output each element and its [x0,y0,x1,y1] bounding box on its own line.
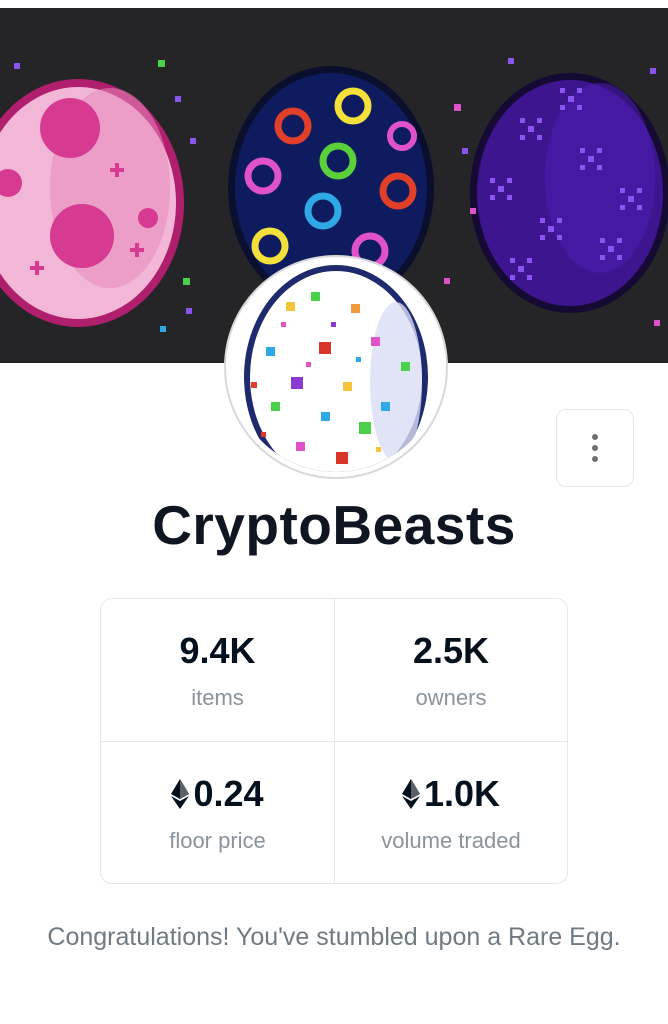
collection-avatar [231,262,441,472]
stat-label: floor price [169,827,266,853]
ethereum-icon [401,778,420,809]
stat-owners[interactable]: 2.5K owners [334,599,567,741]
stat-value: 2.5K [413,629,489,673]
stat-number: 1.0K [423,772,501,814]
collection-description: Congratulations! You've stumbled upon a … [47,923,621,951]
collection-title: CryptoBeasts [152,494,516,556]
stat-floor-price[interactable]: 0.24 floor price [101,741,334,883]
stat-value: 9.4K [179,629,255,673]
top-strip [0,0,668,8]
stat-label: items [191,685,244,710]
stat-label: owners [415,685,487,710]
stat-volume-traded[interactable]: 1.0K volume traded [334,741,567,883]
stat-value: 0.24 [171,772,264,816]
ethereum-icon [171,778,190,809]
more-vertical-icon [592,434,598,462]
stat-label: volume traded [381,827,521,853]
stat-number: 2.5K [412,630,490,671]
stat-number: 9.4K [179,630,256,671]
more-options-button[interactable] [556,409,634,487]
stat-number: 0.24 [193,772,264,814]
stat-items[interactable]: 9.4K items [101,599,334,741]
avatar-egg-art [231,262,441,472]
collection-stats: 9.4K items 2.5K owners 0.24 floor price [100,598,568,884]
stat-value: 1.0K [401,772,501,816]
